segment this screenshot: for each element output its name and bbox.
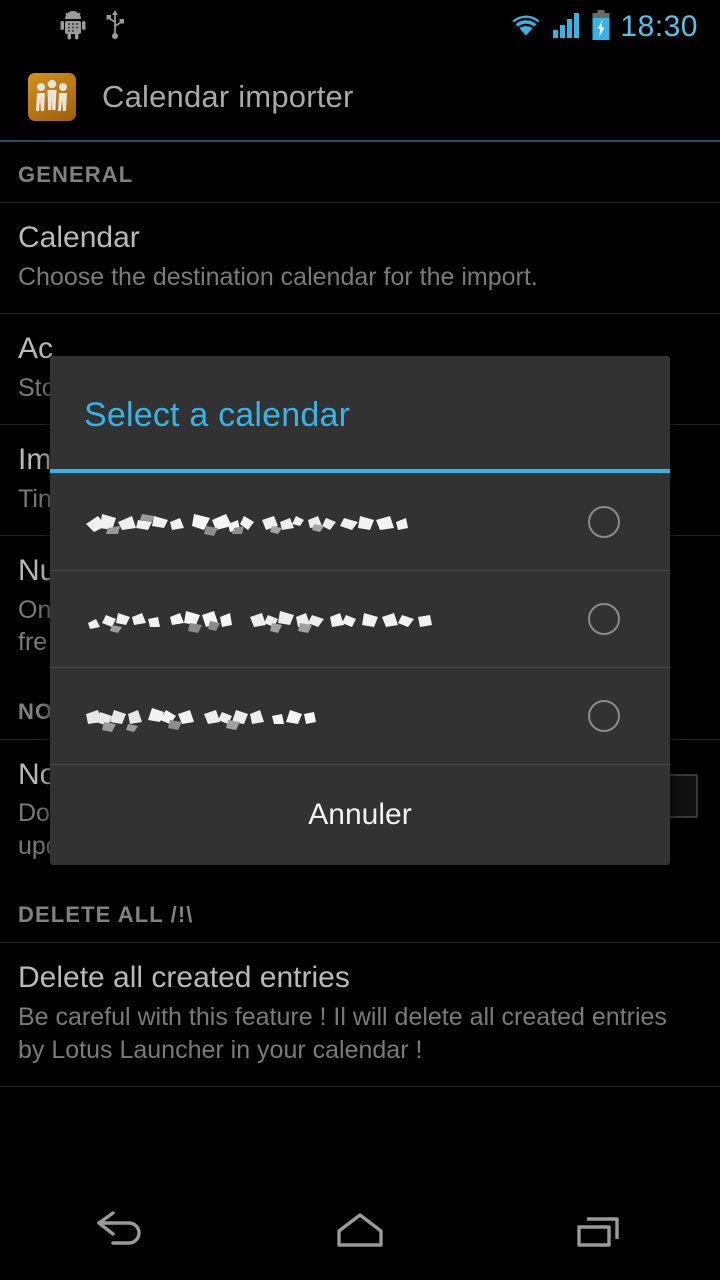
home-button[interactable] (240, 1205, 480, 1260)
back-arrow-icon (89, 1205, 151, 1260)
dialog-title: Select a calendar (84, 396, 351, 434)
recents-button[interactable] (480, 1205, 720, 1260)
calendar-option-radio[interactable] (588, 505, 620, 538)
calendar-option-list (50, 473, 670, 764)
calendar-option-label-redacted (82, 502, 588, 542)
calendar-option-radio[interactable] (588, 603, 620, 635)
navigation-bar (0, 1184, 720, 1280)
cancel-button[interactable]: Annuler (50, 765, 670, 865)
home-icon (329, 1205, 391, 1260)
phone-screen: 18:30 Calendar importer GENERAL Calendar… (0, 0, 720, 1280)
back-button[interactable] (0, 1205, 240, 1260)
calendar-option-label-redacted (82, 599, 588, 639)
calendar-option-label-redacted (82, 696, 588, 736)
recents-icon (569, 1205, 631, 1260)
list-item[interactable] (50, 570, 670, 667)
list-item[interactable] (50, 667, 670, 764)
calendar-option-radio[interactable] (588, 700, 620, 732)
select-calendar-dialog: Select a calendar Annuler (50, 356, 670, 865)
list-item[interactable] (50, 473, 670, 570)
